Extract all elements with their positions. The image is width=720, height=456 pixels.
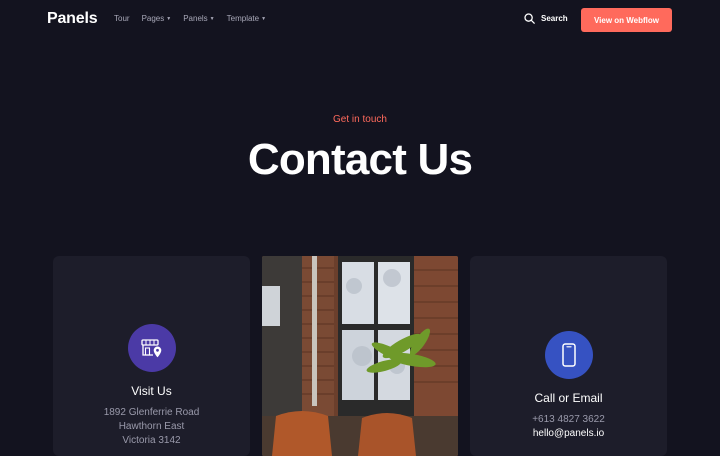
nav-links: Tour Pages ▼ Panels ▼ Template ▼ [114,14,266,23]
call-or-email-title: Call or Email [534,391,603,405]
logo[interactable]: Panels [47,10,98,28]
call-or-email-card: Call or Email +613 4827 3622 hello@panel… [470,256,667,456]
top-navigation: Panels Tour Pages ▼ Panels ▼ Template ▼ … [0,0,720,40]
search-icon [524,13,535,24]
search-button[interactable]: Search [524,13,568,24]
address: 1892 Glenferrie Road Hawthorn East Victo… [53,406,250,448]
address-line: 1892 Glenferrie Road [103,407,200,418]
nav-link-template[interactable]: Template ▼ [227,14,266,23]
office-photo [262,256,458,456]
nav-link-label: Tour [114,14,130,23]
phone-icon [545,331,593,379]
nav-link-pages[interactable]: Pages ▼ [142,14,172,23]
view-on-webflow-button[interactable]: View on Webflow [581,8,672,32]
store-location-icon [128,324,176,372]
address-line: Victoria 3142 [122,435,181,446]
nav-link-panels[interactable]: Panels ▼ [183,14,214,23]
contact-details: +613 4827 3622 hello@panels.io [470,413,667,441]
visit-us-title: Visit Us [131,384,172,398]
visit-us-card: Visit Us 1892 Glenferrie Road Hawthorn E… [53,256,250,456]
hero-eyebrow: Get in touch [333,114,387,125]
nav-link-tour[interactable]: Tour [114,14,130,23]
caret-down-icon: ▼ [261,16,267,22]
caret-down-icon: ▼ [209,16,215,22]
address-line: Hawthorn East [118,421,185,432]
page-title: Contact Us [247,135,473,184]
phone-number[interactable]: +613 4827 3622 [470,413,667,427]
nav-link-label: Template [226,14,260,23]
nav-link-label: Pages [141,14,165,23]
caret-down-icon: ▼ [166,16,172,22]
search-label: Search [541,14,568,23]
nav-link-label: Panels [183,14,208,23]
email-link[interactable]: hello@panels.io [470,427,667,441]
